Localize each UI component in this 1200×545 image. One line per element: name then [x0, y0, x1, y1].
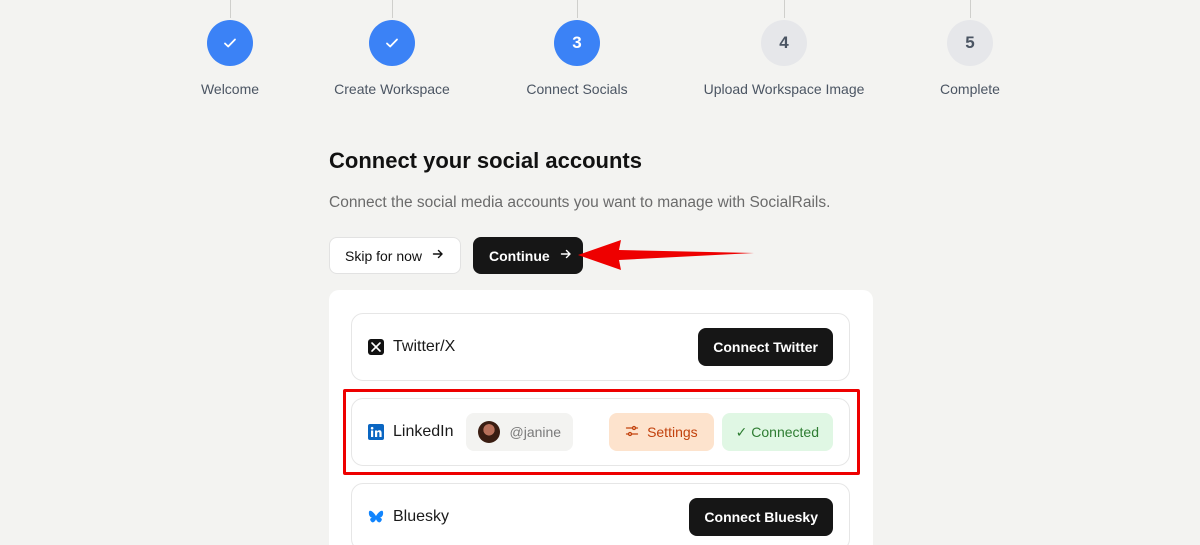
connected-status-badge: ✓ Connected [721, 413, 833, 451]
linkedin-logo-icon [368, 424, 384, 440]
page-title: Connect your social accounts [329, 148, 642, 173]
network-name: Twitter/X [393, 338, 456, 355]
skip-for-now-button[interactable]: Skip for now [329, 237, 461, 274]
settings-label: Settings [647, 424, 698, 440]
network-name: Bluesky [393, 508, 450, 525]
step-label: Connect Socials [526, 81, 628, 97]
step-number: 4 [761, 20, 807, 66]
step-label: Create Workspace [334, 81, 450, 97]
skip-label: Skip for now [345, 247, 423, 264]
account-handle: @janine [509, 424, 562, 440]
linked-account-chip: @janine [465, 413, 574, 451]
step-complete: 5 Complete [870, 0, 1070, 97]
step-number: 5 [947, 20, 993, 66]
action-buttons: Skip for now Continue [329, 237, 583, 274]
step-number: 3 [554, 20, 600, 66]
network-name: LinkedIn [393, 423, 454, 440]
page-subtitle: Connect the social media accounts you wa… [329, 194, 831, 211]
annotation-arrow [578, 240, 754, 270]
account-row-linkedin: LinkedIn @janine Settings ✓ Connected [351, 398, 850, 466]
network-info: LinkedIn [368, 423, 454, 441]
account-row-twitter: Twitter/X Connect Twitter [351, 313, 850, 381]
step-connector [576, 0, 578, 18]
onboarding-stepper: Welcome Create Workspace 3 Connect Socia… [0, 0, 1200, 110]
connect-bluesky-button[interactable]: Connect Bluesky [689, 498, 833, 536]
step-label: Upload Workspace Image [703, 81, 865, 97]
social-accounts-panel: Twitter/X Connect Twitter LinkedIn @jani… [329, 290, 873, 545]
avatar [477, 421, 500, 443]
sliders-icon [625, 424, 639, 441]
network-info: Bluesky [368, 508, 449, 526]
account-row-bluesky: Bluesky Connect Bluesky [351, 483, 850, 545]
step-connector [783, 0, 785, 18]
arrow-right-icon [432, 248, 444, 263]
continue-label: Continue [489, 247, 550, 264]
step-connector [229, 0, 231, 18]
network-info: Twitter/X [368, 338, 455, 356]
check-icon [207, 20, 253, 66]
step-label: Complete [940, 81, 1000, 97]
x-logo-icon [368, 339, 384, 355]
connect-twitter-button[interactable]: Connect Twitter [698, 328, 833, 366]
bluesky-logo-icon [368, 509, 384, 525]
step-upload-image: 4 Upload Workspace Image [684, 0, 884, 97]
step-connect-socials: 3 Connect Socials [477, 0, 677, 97]
step-connector [391, 0, 393, 18]
step-create-workspace: Create Workspace [292, 0, 492, 97]
check-icon [369, 20, 415, 66]
linkedin-settings-button[interactable]: Settings [609, 413, 714, 451]
arrow-right-icon [560, 248, 572, 263]
step-connector [969, 0, 971, 18]
continue-button[interactable]: Continue [473, 237, 583, 274]
